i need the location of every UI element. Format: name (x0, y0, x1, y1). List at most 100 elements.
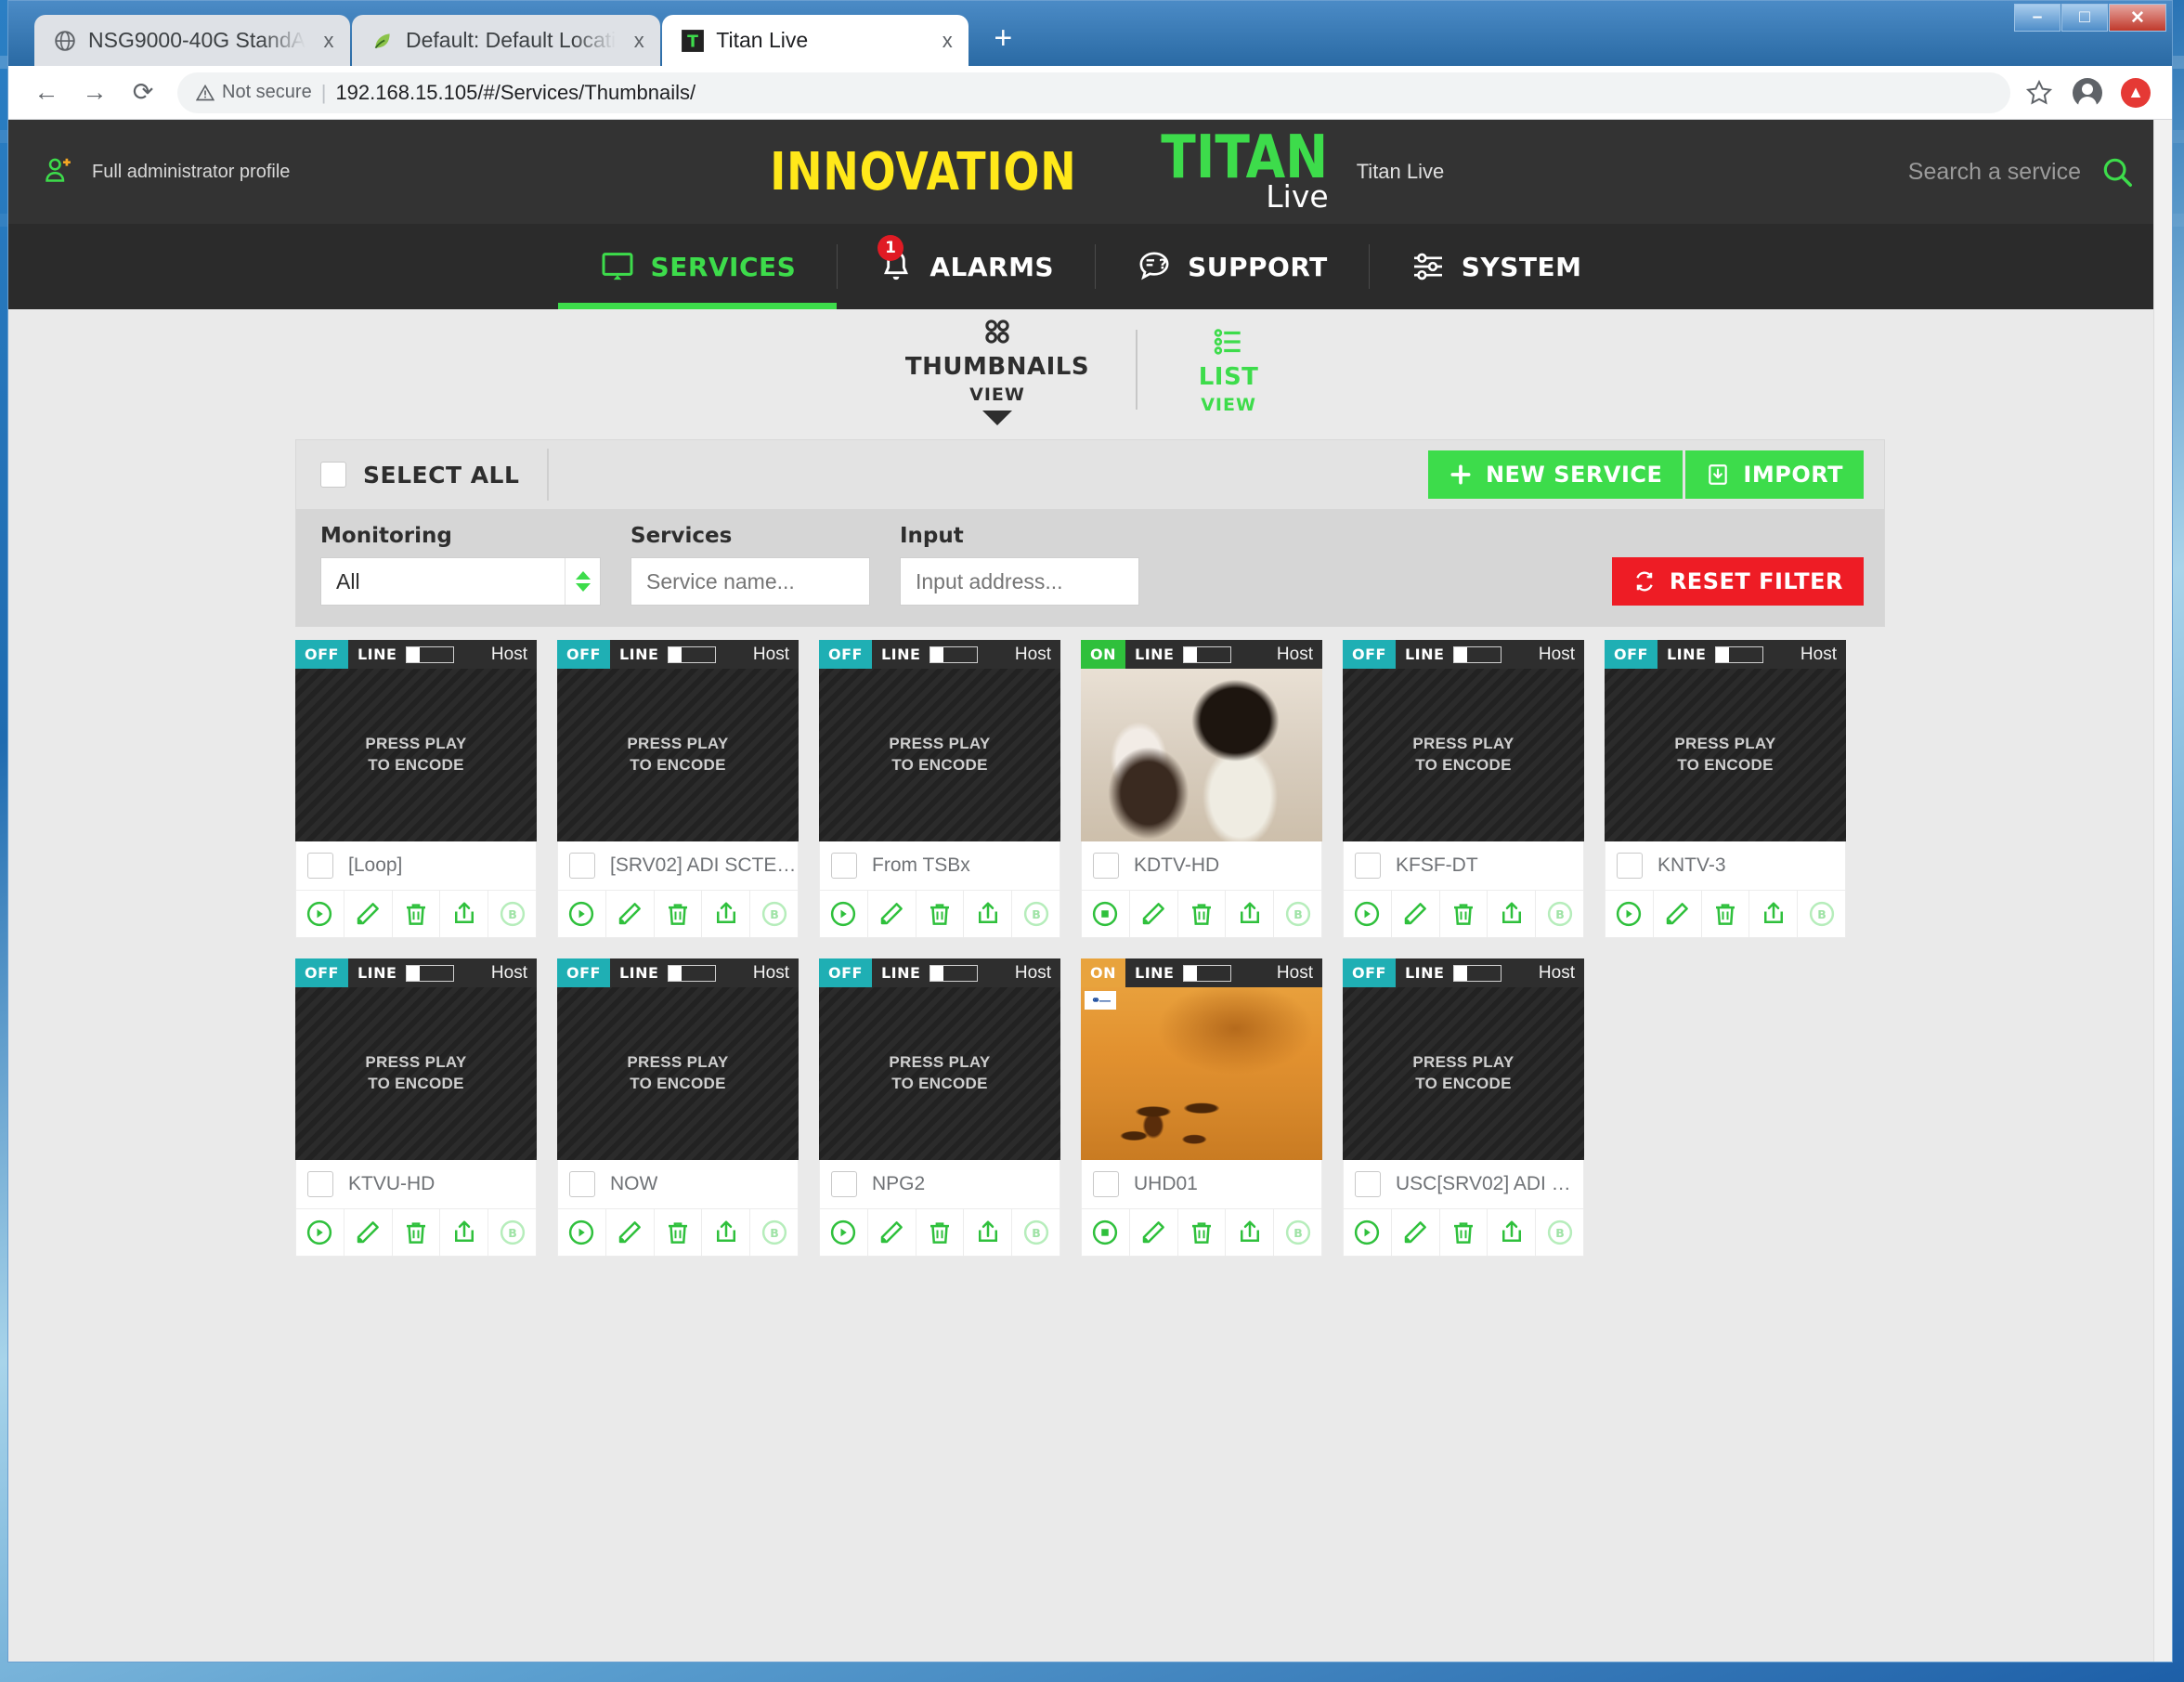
card-action-export-upload[interactable] (964, 1209, 1013, 1256)
card-action-export-upload[interactable] (702, 891, 751, 937)
monitoring-select[interactable]: All (320, 557, 601, 606)
nav-item-services[interactable]: SERVICES (557, 224, 838, 309)
card-action-play[interactable] (1082, 891, 1130, 937)
back-button[interactable]: ← (25, 72, 68, 114)
card-action-delete-trash[interactable] (655, 891, 703, 937)
line-toggle[interactable] (1453, 645, 1502, 663)
card-action-edit-pencil[interactable] (868, 1209, 916, 1256)
service-checkbox[interactable] (1355, 853, 1381, 879)
card-action-delete-trash[interactable] (393, 891, 441, 937)
service-checkbox[interactable] (1093, 853, 1119, 879)
import-button[interactable]: IMPORT (1685, 450, 1864, 499)
nav-item-system[interactable]: SYSTEM (1368, 224, 1623, 309)
service-thumbnail[interactable]: PRESS PLAY TO ENCODE (557, 669, 799, 841)
bookmark-star-icon[interactable] (2020, 73, 2059, 112)
service-thumbnail[interactable]: PRESS PLAY TO ENCODE (1343, 669, 1584, 841)
new-service-button[interactable]: NEW SERVICE (1427, 450, 1684, 499)
card-action-play[interactable] (296, 891, 344, 937)
line-toggle[interactable] (1453, 964, 1502, 982)
line-toggle[interactable] (930, 645, 979, 663)
card-action-export-upload[interactable] (1226, 891, 1275, 937)
service-thumbnail[interactable]: PRESS PLAY TO ENCODE (1605, 669, 1846, 841)
service-checkbox[interactable] (569, 1171, 595, 1197)
card-action-play[interactable] (1344, 891, 1392, 937)
card-action-play[interactable] (820, 891, 868, 937)
card-action-edit-pencil[interactable] (1392, 1209, 1440, 1256)
close-window-button[interactable]: ✕ (2109, 4, 2166, 32)
card-action-export-upload[interactable] (1488, 1209, 1537, 1256)
browser-tab-1[interactable]: NSG9000-40G StandA x (34, 15, 350, 66)
close-icon[interactable]: x (317, 29, 341, 53)
security-status[interactable]: Not secure (196, 82, 312, 103)
reload-button[interactable]: ⟳ (122, 72, 164, 114)
card-action-edit-pencil[interactable] (1654, 891, 1702, 937)
profile-area[interactable]: Full administrator profile (8, 154, 290, 189)
minimize-button[interactable]: – (2014, 4, 2060, 32)
line-toggle[interactable] (1183, 645, 1232, 663)
card-action-play[interactable] (1082, 1209, 1130, 1256)
input-address-input[interactable] (900, 557, 1139, 606)
service-checkbox[interactable] (831, 853, 857, 879)
card-action-export-upload[interactable] (964, 891, 1013, 937)
card-action-edit-pencil[interactable] (868, 891, 916, 937)
select-all-checkbox[interactable] (320, 462, 346, 488)
service-checkbox[interactable] (1093, 1171, 1119, 1197)
page-scrollbar[interactable] (2153, 120, 2172, 1662)
card-action-edit-pencil[interactable] (344, 891, 393, 937)
card-action-edit-pencil[interactable] (1392, 891, 1440, 937)
nav-item-support[interactable]: ? SUPPORT (1095, 224, 1369, 309)
close-icon[interactable]: x (627, 29, 651, 53)
service-checkbox[interactable] (1617, 853, 1643, 879)
service-thumbnail[interactable]: PRESS PLAY TO ENCODE (295, 987, 537, 1160)
card-action-delete-trash[interactable] (655, 1209, 703, 1256)
card-action-export-upload[interactable] (1749, 891, 1799, 937)
service-thumbnail[interactable]: PRESS PLAY TO ENCODE (819, 669, 1060, 841)
maximize-button[interactable]: □ (2061, 4, 2108, 32)
service-name-input[interactable] (630, 557, 870, 606)
reset-filter-button[interactable]: RESET FILTER (1611, 557, 1864, 606)
card-action-delete-trash[interactable] (916, 1209, 965, 1256)
service-checkbox[interactable] (831, 1171, 857, 1197)
card-action-edit-pencil[interactable] (606, 1209, 655, 1256)
search-icon[interactable] (2100, 154, 2135, 189)
view-option-list[interactable]: LIST VIEW (1136, 324, 1321, 415)
header-search[interactable]: Search a service (1908, 154, 2172, 189)
card-action-delete-trash[interactable] (1702, 891, 1750, 937)
update-menu-icon[interactable]: ▲ (2116, 73, 2155, 112)
card-action-delete-trash[interactable] (1440, 891, 1488, 937)
card-action-play[interactable] (1606, 891, 1654, 937)
card-action-export-upload[interactable] (1226, 1209, 1275, 1256)
card-action-delete-trash[interactable] (393, 1209, 441, 1256)
nav-item-alarms[interactable]: 1 ALARMS (837, 224, 1095, 309)
service-thumbnail[interactable]: PRESS PLAY TO ENCODE (1343, 987, 1584, 1160)
browser-tab-3-active[interactable]: T Titan Live x (662, 15, 969, 66)
card-action-edit-pencil[interactable] (344, 1209, 393, 1256)
card-action-edit-pencil[interactable] (1130, 1209, 1178, 1256)
card-action-delete-trash[interactable] (916, 891, 965, 937)
card-action-export-upload[interactable] (440, 1209, 489, 1256)
service-thumbnail[interactable]: PRESS PLAY TO ENCODE (557, 987, 799, 1160)
profile-avatar-icon[interactable] (2068, 73, 2107, 112)
service-thumbnail[interactable]: ⚭— (1081, 987, 1322, 1160)
line-toggle[interactable] (406, 964, 455, 982)
card-action-play[interactable] (558, 891, 606, 937)
service-checkbox[interactable] (569, 853, 595, 879)
service-thumbnail[interactable] (1081, 669, 1322, 841)
card-action-delete-trash[interactable] (1178, 1209, 1227, 1256)
service-thumbnail[interactable]: PRESS PLAY TO ENCODE (295, 669, 537, 841)
card-action-play[interactable] (558, 1209, 606, 1256)
select-all-control[interactable]: SELECT ALL (320, 449, 550, 501)
address-bar[interactable]: Not secure | 192.168.15.105/#/Services/T… (177, 72, 2010, 113)
line-toggle[interactable] (668, 645, 717, 663)
service-checkbox[interactable] (307, 1171, 333, 1197)
card-action-play[interactable] (296, 1209, 344, 1256)
card-action-edit-pencil[interactable] (606, 891, 655, 937)
browser-tab-2[interactable]: Default: Default Locati x (351, 15, 661, 66)
line-toggle[interactable] (1183, 964, 1232, 982)
card-action-export-upload[interactable] (1488, 891, 1537, 937)
service-checkbox[interactable] (1355, 1171, 1381, 1197)
card-action-delete-trash[interactable] (1178, 891, 1227, 937)
card-action-play[interactable] (1344, 1209, 1392, 1256)
card-action-export-upload[interactable] (702, 1209, 751, 1256)
card-action-play[interactable] (820, 1209, 868, 1256)
